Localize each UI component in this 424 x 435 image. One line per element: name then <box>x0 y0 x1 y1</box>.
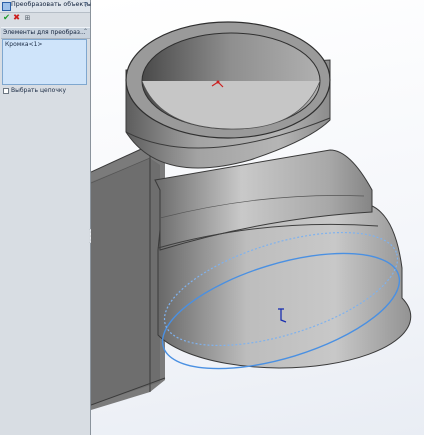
selection-listbox[interactable]: Кромка<1> <box>2 39 87 85</box>
select-chain-option[interactable]: Выбрать цепочку <box>2 87 88 96</box>
select-chain-checkbox[interactable] <box>3 88 9 94</box>
ok-button[interactable]: ✔ <box>2 13 11 23</box>
group-title: Элементы для преобраз... <box>3 29 86 36</box>
entities-group-header[interactable]: Элементы для преобраз... ⌃ <box>1 27 90 39</box>
part-model <box>91 21 412 410</box>
select-chain-label: Выбрать цепочку <box>11 87 67 94</box>
panel-title: Преобразовать объекты <box>11 1 92 8</box>
action-toolbar: ✔ ✖ ⊞ <box>0 13 90 24</box>
pushpin-icon[interactable]: ⊞ <box>23 13 32 23</box>
convert-entities-icon <box>2 2 11 11</box>
help-icon[interactable]: ? <box>82 1 90 10</box>
list-item[interactable]: Кромка<1> <box>5 41 42 48</box>
panel-titlebar: Преобразовать объекты ? <box>0 0 92 13</box>
graphics-viewport[interactable] <box>91 0 424 435</box>
property-manager-panel: Преобразовать объекты ? ✔ ✖ ⊞ Элементы д… <box>0 0 92 435</box>
chevron-up-icon[interactable]: ⌃ <box>83 28 88 35</box>
cancel-button[interactable]: ✖ <box>12 13 21 23</box>
